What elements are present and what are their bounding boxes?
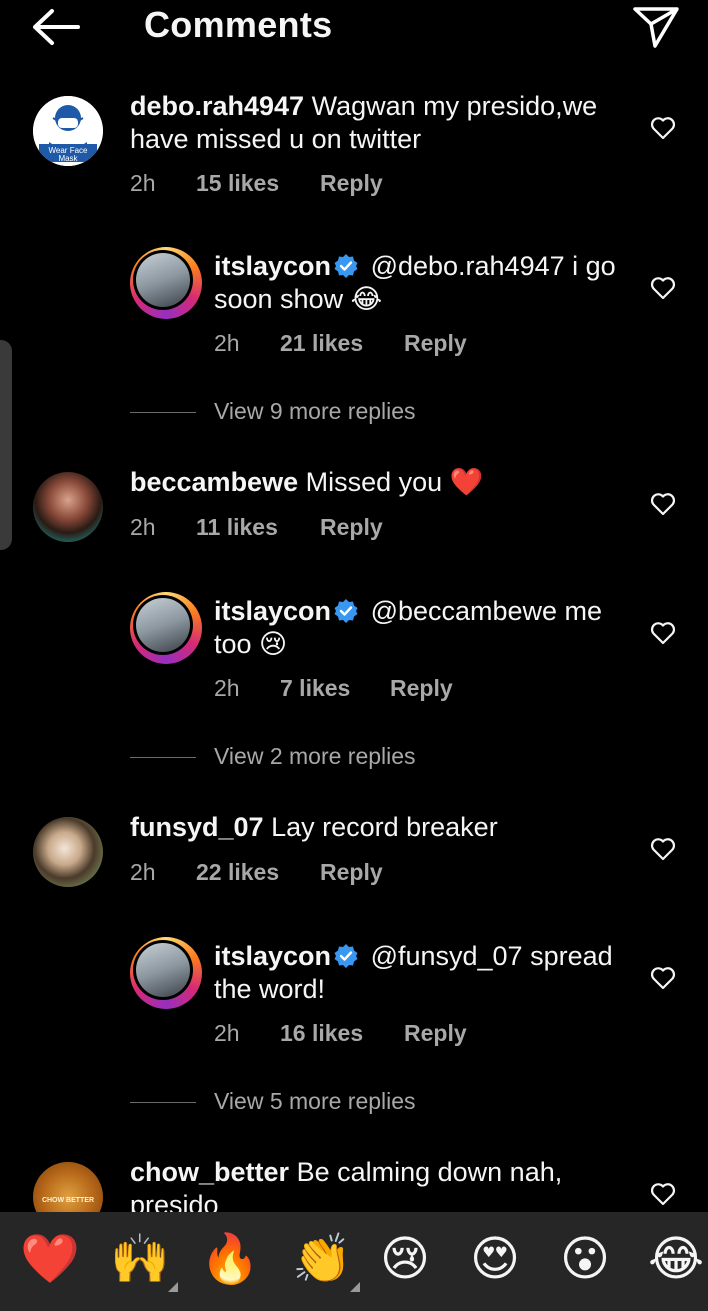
timestamp: 2h bbox=[130, 859, 156, 885]
comment-body-line2: soon show 😂 bbox=[214, 284, 383, 314]
timestamp: 2h bbox=[214, 1020, 240, 1046]
timestamp: 2h bbox=[130, 514, 156, 540]
heart-icon[interactable] bbox=[650, 276, 676, 300]
svg-text:Mask: Mask bbox=[58, 154, 78, 163]
svg-text:CHOW BETTER: CHOW BETTER bbox=[42, 1197, 94, 1204]
likes-count[interactable]: 22 likes bbox=[196, 859, 279, 886]
header: Comments bbox=[0, 0, 708, 56]
comment-text: itslaycon @funsyd_07 spread the word! bbox=[214, 940, 613, 1006]
comment-body-line2: the word! bbox=[214, 974, 326, 1004]
timestamp: 2h bbox=[214, 675, 240, 701]
avatar[interactable] bbox=[33, 472, 103, 542]
reply-button[interactable]: Reply bbox=[320, 859, 383, 886]
comment-item: CHOW BETTER chow_better Be calming down … bbox=[0, 1156, 708, 1212]
back-arrow-icon[interactable] bbox=[30, 6, 82, 48]
username[interactable]: debo.rah4947 bbox=[130, 91, 304, 121]
raising-hands-emoji-button[interactable]: 🙌 bbox=[110, 1232, 178, 1292]
avatar[interactable]: CHOW BETTER bbox=[33, 1162, 103, 1212]
verified-badge-icon bbox=[334, 944, 358, 968]
chow-better-logo: CHOW BETTER bbox=[42, 1197, 94, 1204]
raising-hands-emoji: 🙌 bbox=[110, 1233, 170, 1286]
comment-body: @funsyd_07 spread bbox=[370, 941, 613, 971]
verified-badge-icon bbox=[334, 599, 358, 623]
view-more-label[interactable]: View 2 more replies bbox=[214, 743, 416, 770]
comment-text: debo.rah4947 Wagwan my presido,we have m… bbox=[130, 90, 597, 156]
comment-body: @debo.rah4947 i go bbox=[370, 251, 616, 281]
clapping-hands-emoji-button[interactable]: 👏 bbox=[292, 1232, 360, 1292]
username[interactable]: chow_better bbox=[130, 1157, 289, 1187]
likes-count[interactable]: 7 likes bbox=[280, 675, 350, 702]
username[interactable]: beccambewe bbox=[130, 467, 298, 497]
comment-body: Missed you ❤️ bbox=[305, 467, 484, 497]
reply-button[interactable]: Reply bbox=[320, 514, 383, 541]
likes-count[interactable]: 16 likes bbox=[280, 1020, 363, 1047]
skin-tone-indicator bbox=[167, 1282, 178, 1292]
username[interactable]: funsyd_07 bbox=[130, 812, 264, 842]
avatar[interactable] bbox=[130, 937, 202, 1009]
username[interactable]: itslaycon bbox=[214, 941, 331, 971]
avatar[interactable] bbox=[130, 247, 202, 319]
heart-icon[interactable] bbox=[650, 837, 676, 861]
timestamp: 2h bbox=[130, 170, 156, 196]
heart-icon[interactable] bbox=[650, 492, 676, 516]
avatar[interactable] bbox=[33, 817, 103, 887]
comment-body: Lay record breaker bbox=[271, 812, 498, 842]
likes-count[interactable]: 15 likes bbox=[196, 170, 279, 197]
comment-text: chow_better Be calming down nah, presido bbox=[130, 1156, 562, 1212]
view-more-label[interactable]: View 5 more replies bbox=[214, 1088, 416, 1115]
crying-face-emoji-button[interactable]: 😢 bbox=[380, 1232, 430, 1288]
comment-body: @beccambewe me bbox=[370, 596, 603, 626]
reply-button[interactable]: Reply bbox=[404, 330, 467, 357]
comment-text: itslaycon @debo.rah4947 i go soon show 😂 bbox=[214, 250, 616, 316]
comment-body: Be calming down nah, bbox=[296, 1157, 563, 1187]
heart-icon[interactable] bbox=[650, 1182, 676, 1206]
comment-body: Wagwan my presido,we bbox=[311, 91, 598, 121]
divider-line bbox=[130, 412, 196, 413]
heart-icon[interactable] bbox=[650, 966, 676, 990]
reply-button[interactable]: Reply bbox=[404, 1020, 467, 1047]
timestamp: 2h bbox=[214, 330, 240, 356]
comment-body-line2: presido bbox=[130, 1190, 219, 1212]
red-heart-emoji-button[interactable]: ❤️ bbox=[20, 1232, 80, 1288]
heart-icon[interactable] bbox=[650, 116, 676, 140]
reply-button[interactable]: Reply bbox=[320, 170, 383, 197]
likes-count[interactable]: 21 likes bbox=[280, 330, 363, 357]
view-more-label[interactable]: View 9 more replies bbox=[214, 398, 416, 425]
comment-body-line2: too 😢 bbox=[214, 629, 288, 659]
username[interactable]: itslaycon bbox=[214, 251, 331, 281]
emoji-reaction-bar: ❤️ 🙌 🔥 👏 😢 😍 😮 😂 bbox=[0, 1212, 708, 1311]
surprised-face-emoji-button[interactable]: 😮 bbox=[560, 1232, 610, 1288]
avatar[interactable] bbox=[130, 592, 202, 664]
heart-icon[interactable] bbox=[650, 621, 676, 645]
send-icon[interactable] bbox=[630, 4, 682, 50]
heart-eyes-emoji-button[interactable]: 😍 bbox=[470, 1232, 520, 1288]
avatar[interactable]: Wear Face Mask bbox=[33, 96, 103, 166]
clapping-hands-emoji: 👏 bbox=[292, 1233, 352, 1286]
comment-text: beccambewe Missed you ❤️ bbox=[130, 466, 483, 499]
comment-text: funsyd_07 Lay record breaker bbox=[130, 811, 498, 844]
verified-badge-icon bbox=[334, 254, 358, 278]
tears-of-joy-emoji-button[interactable]: 😂 bbox=[648, 1232, 704, 1288]
divider-line bbox=[130, 1102, 196, 1103]
comment-text: itslaycon @beccambewe me too 😢 bbox=[214, 595, 602, 661]
reply-button[interactable]: Reply bbox=[390, 675, 453, 702]
comment-body-line2: have missed u on twitter bbox=[130, 124, 422, 154]
face-mask-logo: Wear Face Mask bbox=[33, 96, 103, 166]
fire-emoji-button[interactable]: 🔥 bbox=[200, 1232, 260, 1288]
username[interactable]: itslaycon bbox=[214, 596, 331, 626]
side-handle[interactable] bbox=[0, 340, 12, 550]
likes-count[interactable]: 11 likes bbox=[196, 514, 278, 541]
skin-tone-indicator bbox=[349, 1282, 360, 1292]
page-title: Comments bbox=[144, 4, 333, 45]
divider-line bbox=[130, 757, 196, 758]
